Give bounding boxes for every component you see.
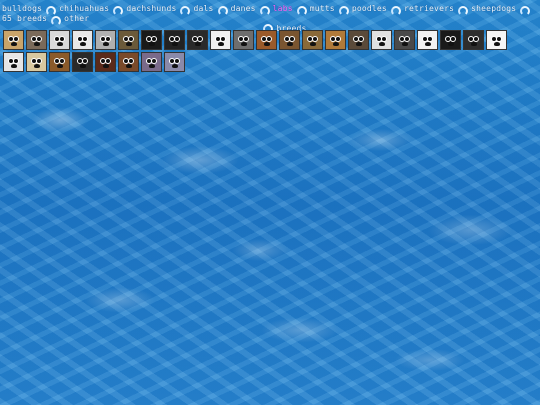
dog-nose bbox=[379, 42, 385, 46]
dog-nose bbox=[172, 64, 178, 68]
dog-icon[interactable] bbox=[394, 30, 415, 50]
dog-nose bbox=[448, 42, 454, 46]
dog-nose bbox=[241, 42, 247, 46]
dog-icon[interactable] bbox=[210, 30, 231, 50]
nav-link-label: sheepdogs bbox=[471, 4, 517, 13]
dog-nose bbox=[149, 42, 155, 46]
dog-nose bbox=[195, 42, 201, 46]
dog-nose bbox=[356, 42, 362, 46]
nav-link-label: 65 breeds bbox=[2, 14, 48, 23]
nav-link-retrievers[interactable]: retrievers bbox=[404, 4, 454, 14]
rainbow-arc-icon bbox=[217, 6, 228, 16]
dog-nose bbox=[103, 42, 109, 46]
dog-nose bbox=[34, 64, 40, 68]
rainbow-arc-icon bbox=[46, 6, 57, 16]
nav-link-label: retrievers bbox=[403, 4, 455, 13]
dog-icon[interactable] bbox=[72, 30, 93, 50]
dog-icon[interactable] bbox=[164, 30, 185, 50]
rainbow-arc-icon bbox=[259, 6, 270, 16]
dog-icon[interactable] bbox=[279, 30, 300, 50]
dog-icon[interactable] bbox=[463, 30, 484, 50]
dog-icon[interactable] bbox=[26, 52, 47, 72]
dog-icon[interactable] bbox=[486, 30, 507, 50]
dog-icon[interactable] bbox=[141, 52, 162, 72]
dog-nose bbox=[103, 64, 109, 68]
dog-icon[interactable] bbox=[95, 52, 116, 72]
dog-icon[interactable] bbox=[49, 30, 70, 50]
dog-icon[interactable] bbox=[49, 52, 70, 72]
dog-icon[interactable] bbox=[118, 52, 139, 72]
nav-link-65-breeds[interactable]: 65 breeds bbox=[2, 14, 47, 24]
dog-nose bbox=[11, 64, 17, 68]
rainbow-arc-icon bbox=[113, 6, 124, 16]
rainbow-arc-icon bbox=[390, 6, 401, 16]
nav-link-label: other bbox=[64, 14, 90, 23]
dog-icon[interactable] bbox=[256, 30, 277, 50]
nav-link-sheepdogs[interactable]: sheepdogs bbox=[471, 4, 516, 14]
nav-link-bulldogs[interactable]: bulldogs bbox=[2, 4, 42, 14]
nav-link-chihuahuas[interactable]: chihuahuas bbox=[59, 4, 109, 14]
nav-link-label: mutts bbox=[309, 4, 335, 13]
dog-icon[interactable] bbox=[95, 30, 116, 50]
nav-link-mutts[interactable]: mutts bbox=[310, 4, 335, 14]
dog-icon[interactable] bbox=[72, 52, 93, 72]
nav-link-dachshunds[interactable]: dachshunds bbox=[126, 4, 176, 14]
nav-link-label: poodles bbox=[351, 4, 387, 13]
nav-link-poodles[interactable]: poodles bbox=[352, 4, 387, 14]
dog-nose bbox=[310, 42, 316, 46]
dog-icon[interactable] bbox=[118, 30, 139, 50]
rainbow-arc-icon bbox=[180, 6, 191, 16]
dog-icon[interactable] bbox=[302, 30, 323, 50]
dog-nose bbox=[126, 64, 132, 68]
dog-icon[interactable] bbox=[417, 30, 438, 50]
dog-nose bbox=[333, 42, 339, 46]
dog-nose bbox=[57, 42, 63, 46]
dog-nose bbox=[287, 42, 293, 46]
dog-icon[interactable] bbox=[187, 30, 208, 50]
nav-link-labs[interactable]: labs bbox=[273, 4, 293, 14]
dog-nose bbox=[126, 42, 132, 46]
dog-icon[interactable] bbox=[371, 30, 392, 50]
dog-nose bbox=[80, 64, 86, 68]
dog-nose bbox=[34, 42, 40, 46]
rainbow-arc-icon bbox=[458, 6, 469, 16]
dog-icon[interactable] bbox=[164, 52, 185, 72]
nav-link-label: bulldogs bbox=[2, 4, 43, 13]
dog-icon[interactable] bbox=[325, 30, 346, 50]
nav-link-other[interactable]: other bbox=[64, 14, 89, 24]
dog-nose bbox=[402, 42, 408, 46]
nav-link-label: danes bbox=[230, 4, 256, 13]
dog-nose bbox=[11, 42, 17, 46]
dog-icon[interactable] bbox=[3, 52, 24, 72]
dog-icon[interactable] bbox=[233, 30, 254, 50]
nav-link-label: labs bbox=[272, 4, 293, 13]
dog-nose bbox=[471, 42, 477, 46]
dog-icon[interactable] bbox=[26, 30, 47, 50]
dog-nose bbox=[149, 64, 155, 68]
nav-link-label: dals bbox=[193, 4, 214, 13]
nav-link-label: dachshunds bbox=[126, 4, 177, 13]
dog-icon[interactable] bbox=[348, 30, 369, 50]
nav-link-danes[interactable]: danes bbox=[231, 4, 256, 14]
rainbow-arc-icon bbox=[296, 6, 307, 16]
dog-nose bbox=[425, 42, 431, 46]
dog-icon[interactable] bbox=[440, 30, 461, 50]
nav-link-label: chihuahuas bbox=[59, 4, 110, 13]
nav-link-dals[interactable]: dals bbox=[193, 4, 213, 14]
dog-nose bbox=[494, 42, 500, 46]
dog-nose bbox=[57, 64, 63, 68]
dog-icon-grid bbox=[3, 30, 523, 72]
rainbow-arc-icon bbox=[51, 16, 62, 26]
rainbow-arc-icon bbox=[520, 6, 531, 16]
dog-icon[interactable] bbox=[141, 30, 162, 50]
dog-nose bbox=[172, 42, 178, 46]
dog-nose bbox=[218, 42, 224, 46]
dog-nose bbox=[264, 42, 270, 46]
rainbow-arc-icon bbox=[338, 6, 349, 16]
dog-nose bbox=[80, 42, 86, 46]
dog-icon[interactable] bbox=[3, 30, 24, 50]
